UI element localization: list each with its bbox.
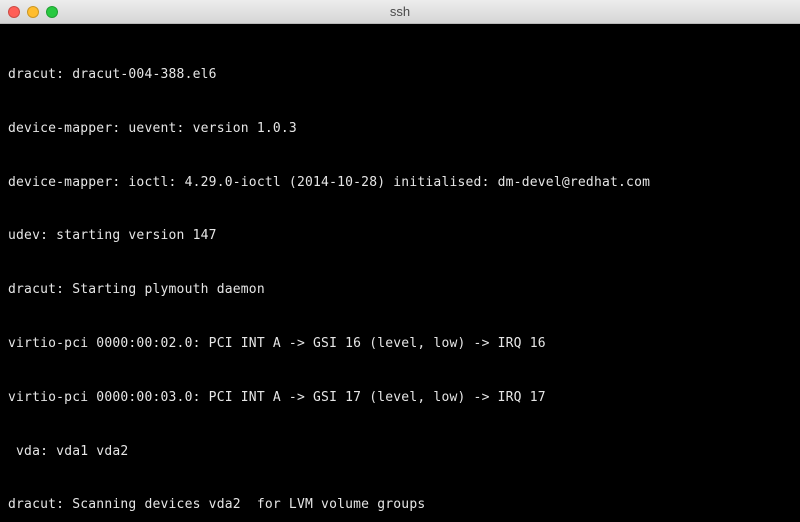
terminal-line: dracut: Starting plymouth daemon: [8, 281, 792, 299]
terminal-line: vda: vda1 vda2: [8, 443, 792, 461]
terminal-line: dracut: dracut-004-388.el6: [8, 66, 792, 84]
terminal-line: device-mapper: ioctl: 4.29.0-ioctl (2014…: [8, 174, 792, 192]
titlebar: ssh: [0, 0, 800, 24]
terminal-line: device-mapper: uevent: version 1.0.3: [8, 120, 792, 138]
window-title: ssh: [0, 4, 800, 19]
terminal-line: virtio-pci 0000:00:02.0: PCI INT A -> GS…: [8, 335, 792, 353]
terminal-line: dracut: Scanning devices vda2 for LVM vo…: [8, 496, 792, 514]
terminal-line: udev: starting version 147: [8, 227, 792, 245]
terminal-output[interactable]: dracut: dracut-004-388.el6 device-mapper…: [0, 24, 800, 522]
terminal-line: virtio-pci 0000:00:03.0: PCI INT A -> GS…: [8, 389, 792, 407]
